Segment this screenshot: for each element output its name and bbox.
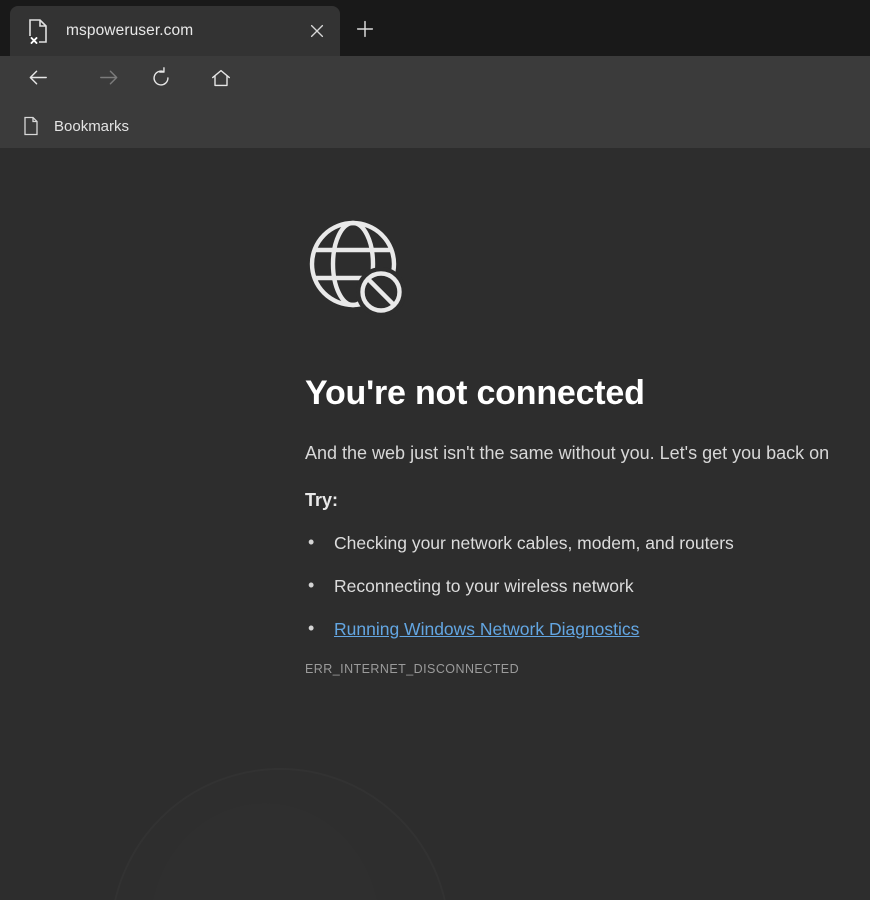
page-icon [22, 116, 40, 136]
home-icon [209, 66, 233, 95]
back-arrow-icon [26, 65, 51, 95]
reload-icon [149, 66, 173, 95]
list-item: Running Windows Network Diagnostics [305, 618, 870, 640]
tab-title: mspoweruser.com [66, 22, 194, 39]
new-tab-button[interactable] [348, 14, 382, 48]
broken-page-icon [26, 18, 50, 44]
browser-tab[interactable]: mspoweruser.com [10, 6, 340, 56]
page-title: You're not connected [305, 374, 645, 412]
page-description: And the web just isn't the same without … [305, 443, 830, 463]
back-button[interactable] [20, 62, 56, 98]
tab-strip: mspoweruser.com [0, 0, 870, 56]
try-label: Try: [305, 490, 339, 510]
page-viewport: You're not connected And the web just is… [0, 148, 870, 900]
globe-disconnected-icon [305, 216, 409, 320]
suggestion-text: Checking your network cables, modem, and… [334, 533, 734, 553]
home-button[interactable] [203, 62, 239, 98]
bookmarks-bar: Bookmarks [0, 104, 870, 148]
list-item: Checking your network cables, modem, and… [305, 532, 870, 554]
reload-button[interactable] [143, 62, 179, 98]
error-code: ERR_INTERNET_DISCONNECTED [305, 662, 520, 676]
bookmark-item-label: Bookmarks [54, 117, 130, 135]
network-diagnostics-link[interactable]: Running Windows Network Diagnostics [334, 619, 639, 639]
browser-window: mspoweruser.com Bookmarks You're not con… [0, 0, 870, 900]
error-page-content: You're not connected And the web just is… [305, 148, 870, 676]
forward-arrow-icon [96, 65, 121, 95]
navigation-toolbar: https://mspoweruser.com [0, 56, 870, 156]
suggestion-text: Reconnecting to your wireless network [334, 576, 634, 596]
list-item: Reconnecting to your wireless network [305, 575, 870, 597]
close-icon[interactable] [304, 18, 330, 44]
plus-icon [354, 18, 376, 45]
forward-button[interactable] [90, 62, 126, 98]
suggestion-list: Checking your network cables, modem, and… [305, 532, 870, 640]
bookmark-item-bookmarks[interactable]: Bookmarks [16, 112, 135, 140]
